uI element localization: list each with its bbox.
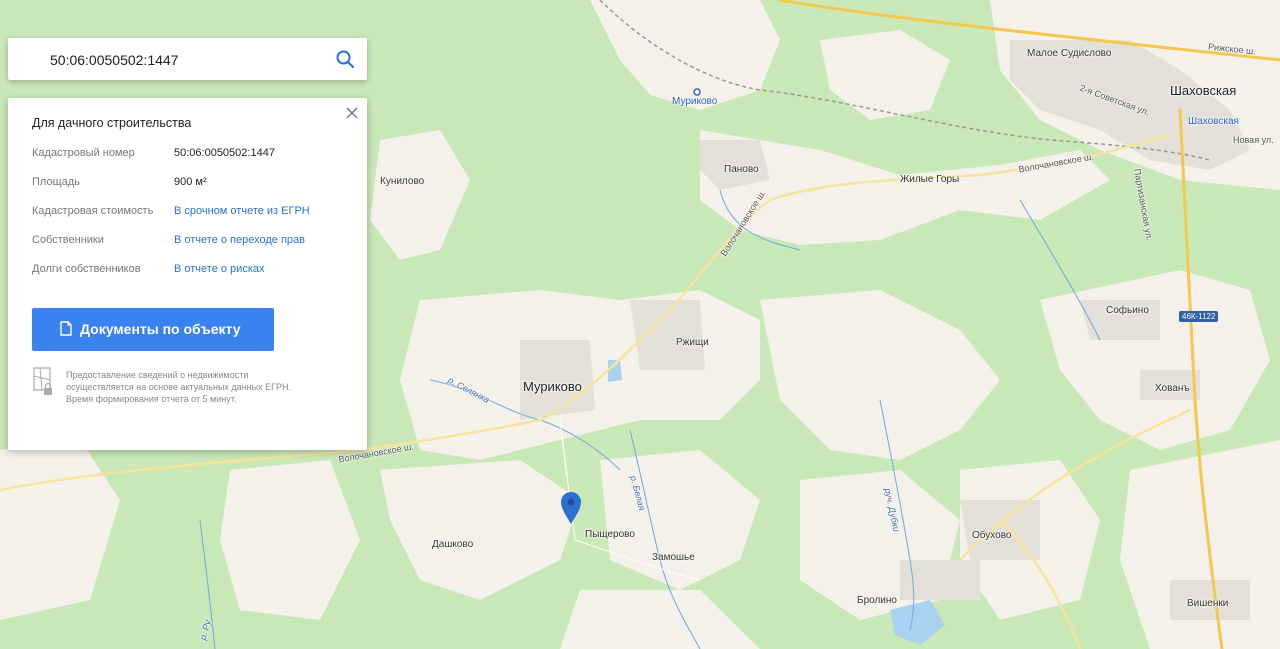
place-label: Дашково: [432, 539, 474, 550]
station-label: Шаховская: [1188, 116, 1239, 127]
info-key: Долги собственников: [32, 263, 141, 275]
station-label: Муриково: [672, 96, 718, 107]
place-label: Малое Судислово: [1027, 48, 1112, 59]
document-icon: [60, 321, 72, 336]
object-info-card: Для дачного строительства Кадастровый но…: [8, 98, 367, 450]
place-label: Замошье: [652, 552, 695, 563]
place-label: Софьино: [1106, 305, 1149, 316]
search-input[interactable]: [48, 48, 332, 72]
place-label: Муриково: [523, 379, 582, 394]
place-label: Жилые Горы: [900, 174, 960, 185]
place-label: Кунилово: [380, 176, 425, 187]
documents-button-label: Документы по объекту: [80, 321, 241, 337]
info-key: Кадастровый номер: [32, 147, 135, 159]
info-key: Собственники: [32, 234, 104, 246]
info-key: Кадастровая стоимость: [32, 205, 154, 217]
place-label: Вишенки: [1187, 598, 1229, 609]
disclaimer-note: Предоставление сведений о недвижимости о…: [66, 370, 291, 404]
info-value: 50:06:0050502:1447: [174, 147, 275, 159]
documents-button[interactable]: Документы по объекту: [32, 308, 274, 351]
place-label: Ржищи: [676, 337, 709, 348]
owner-debts-link[interactable]: В отчете о рисках: [174, 263, 265, 275]
info-key: Площадь: [32, 176, 80, 188]
place-label: Обухово: [972, 530, 1012, 541]
owners-link[interactable]: В отчете о переходе прав: [174, 234, 305, 246]
cadastral-cost-link[interactable]: В срочном отчете из ЕГРН: [174, 205, 310, 217]
search-bar: [8, 38, 367, 80]
place-label: Хованъ: [1155, 383, 1190, 394]
street-label: Новая ул.: [1233, 135, 1274, 145]
place-label: Пыщерово: [585, 529, 635, 540]
card-title: Для дачного строительства: [32, 116, 192, 130]
search-icon[interactable]: [335, 49, 355, 69]
place-label: Бролино: [857, 595, 897, 606]
parcel-lock-icon: [33, 367, 52, 395]
info-value: 900 м²: [174, 176, 207, 188]
place-label: Шаховская: [1170, 83, 1237, 98]
place-label: Паново: [724, 164, 759, 175]
road-number-badge: 46К-1122: [1179, 311, 1219, 322]
close-icon[interactable]: [345, 106, 359, 120]
